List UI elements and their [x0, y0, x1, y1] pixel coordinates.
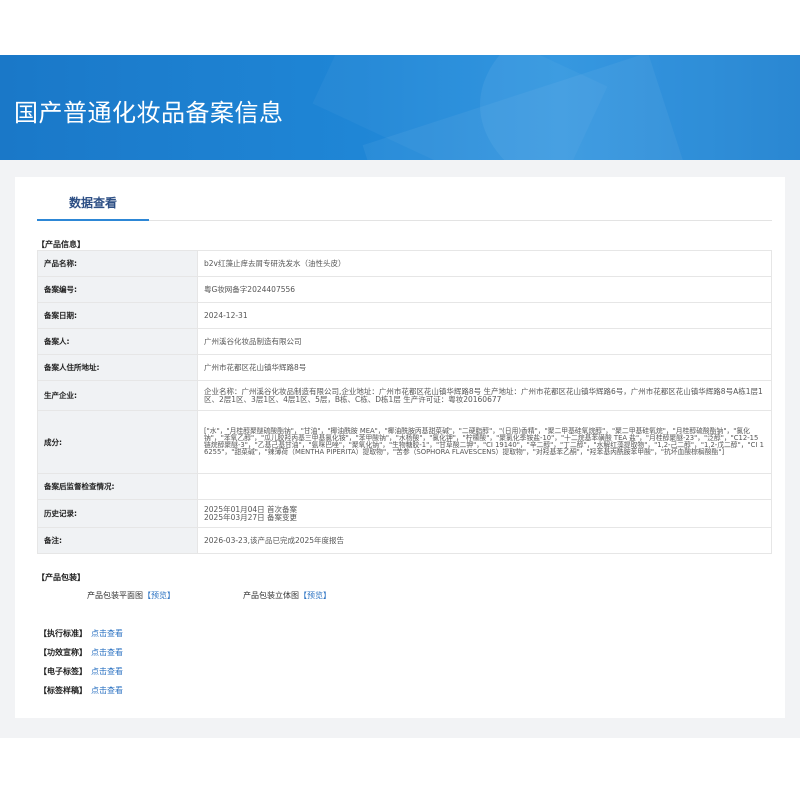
link-label: 【电子标签】: [39, 667, 87, 676]
link-label: 【执行标准】: [39, 629, 87, 638]
row-label: 产品名称:: [37, 250, 198, 277]
row-value: [197, 473, 772, 500]
row-value: 2026-03-23,该产品已完成2025年度报告: [197, 527, 772, 554]
package-3d-preview-link[interactable]: 【预览】: [299, 591, 331, 600]
link-row-e-label: 【电子标签】 点击查看: [39, 666, 123, 685]
row-value: 广州市花都区花山镇华辉路8号: [197, 354, 772, 381]
product-info-section-title: 【产品信息】: [37, 240, 85, 249]
row-value: b2v红藻止痒去屑专研洗发水（油性头皮）: [197, 250, 772, 277]
label-sample-view-link[interactable]: 点击查看: [91, 686, 123, 695]
ingredients-value: ["水"，"月桂醇聚醚硫酸酯钠"，"甘油"，"椰油酰胺 MEA"，"椰油酰胺丙基…: [197, 410, 772, 474]
page-title: 国产普通化妆品备案信息: [14, 99, 284, 127]
table-row: 备案后监督检查情况:: [37, 473, 772, 500]
e-label-view-link[interactable]: 点击查看: [91, 667, 123, 676]
link-row-efficacy: 【功效宣称】 点击查看: [39, 647, 123, 666]
standard-view-link[interactable]: 点击查看: [91, 629, 123, 638]
table-row: 历史记录: 2025年01月04日 首次备案 2025年03月27日 备案变更: [37, 499, 772, 528]
table-row: 产品名称: b2v红藻止痒去屑专研洗发水（油性头皮）: [37, 250, 772, 277]
row-label: 备案编号:: [37, 276, 198, 303]
table-row: 生产企业: 企业名称：广州溪谷化妆品制造有限公司,企业地址：广州市花都区花山镇华…: [37, 380, 772, 411]
table-row: 备案日期: 2024-12-31: [37, 302, 772, 329]
row-value: 广州溪谷化妆品制造有限公司: [197, 328, 772, 355]
row-label: 备案人住所地址:: [37, 354, 198, 381]
row-label: 生产企业:: [37, 380, 198, 411]
link-label: 【标签样稿】: [39, 686, 87, 695]
link-label: 【功效宣称】: [39, 648, 87, 657]
banner-decoration: [312, 55, 608, 160]
table-row: 备案人住所地址: 广州市花都区花山镇华辉路8号: [37, 354, 772, 381]
history-value: 2025年01月04日 首次备案 2025年03月27日 备案变更: [197, 499, 772, 528]
row-label: 备案人:: [37, 328, 198, 355]
content-card: 数据查看 【产品信息】 产品名称: b2v红藻止痒去屑专研洗发水（油性头皮） 备…: [15, 177, 785, 718]
packaging-section-title: 【产品包装】: [37, 573, 85, 582]
package-flat-label: 产品包装平面图: [87, 591, 143, 600]
product-info-table: 产品名称: b2v红藻止痒去屑专研洗发水（油性头皮） 备案编号: 粤G妆网备字2…: [37, 250, 772, 554]
row-value: 企业名称：广州溪谷化妆品制造有限公司,企业地址：广州市花都区花山镇华辉路8号 生…: [197, 380, 772, 411]
tab-bar: 数据查看: [37, 191, 772, 221]
row-label: 成分:: [37, 410, 198, 474]
row-label: 备案后监督检查情况:: [37, 473, 198, 500]
row-value: 2024-12-31: [197, 302, 772, 329]
efficacy-view-link[interactable]: 点击查看: [91, 648, 123, 657]
row-value: 粤G妆网备字2024407556: [197, 276, 772, 303]
table-row: 成分: ["水"，"月桂醇聚醚硫酸酯钠"，"甘油"，"椰油酰胺 MEA"，"椰油…: [37, 410, 772, 474]
package-3d-item: 产品包装立体图【预览】: [243, 590, 331, 601]
table-row: 备案人: 广州溪谷化妆品制造有限公司: [37, 328, 772, 355]
row-label: 历史记录:: [37, 499, 198, 528]
link-row-standard: 【执行标准】 点击查看: [39, 628, 123, 647]
history-entry: 2025年03月27日 备案变更: [204, 512, 298, 522]
link-row-label-sample: 【标签样稿】 点击查看: [39, 685, 123, 704]
package-flat-item: 产品包装平面图【预览】: [87, 590, 175, 601]
header-banner: 国产普通化妆品备案信息: [0, 55, 800, 160]
package-flat-preview-link[interactable]: 【预览】: [143, 591, 175, 600]
table-row: 备案编号: 粤G妆网备字2024407556: [37, 276, 772, 303]
row-label: 备案日期:: [37, 302, 198, 329]
table-row: 备注: 2026-03-23,该产品已完成2025年度报告: [37, 527, 772, 554]
tab-data-view[interactable]: 数据查看: [37, 191, 149, 221]
document-links: 【执行标准】 点击查看 【功效宣称】 点击查看 【电子标签】 点击查看 【标签样稿】点…: [39, 628, 123, 704]
package-3d-label: 产品包装立体图: [243, 591, 299, 600]
row-label: 备注:: [37, 527, 198, 554]
